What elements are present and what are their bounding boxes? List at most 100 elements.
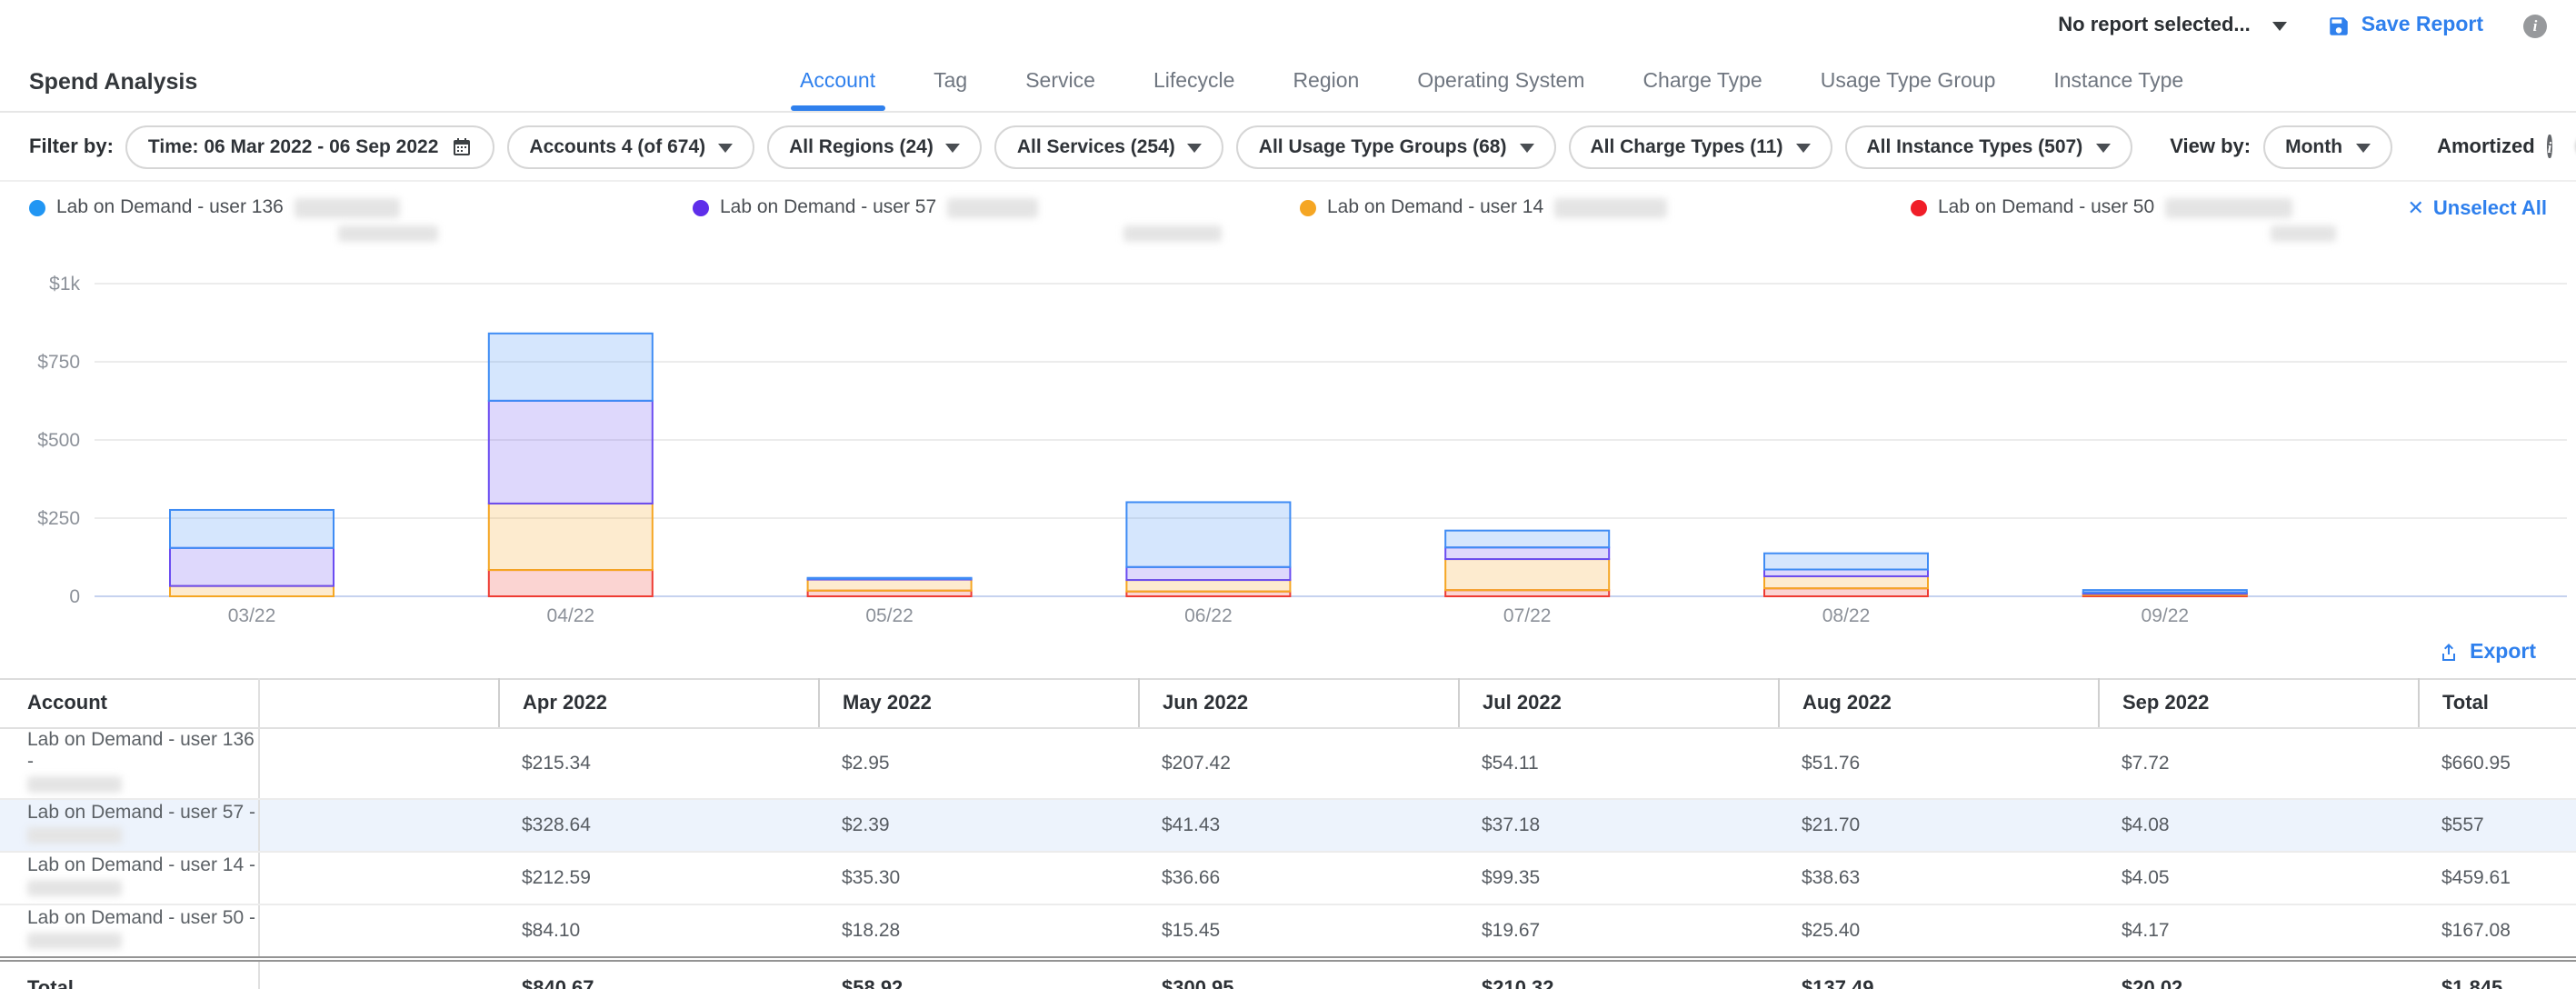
bar-segment-lab-on-demand-user-136-04-22[interactable] xyxy=(489,334,653,401)
account-name: Lab on Demand - user 57 - xyxy=(27,802,257,824)
total-value-cell: $20.02 xyxy=(2098,959,2418,989)
filter-pill-services[interactable]: All Services (254) xyxy=(995,125,1224,168)
filter-pill-label: All Usage Type Groups (68) xyxy=(1259,135,1507,157)
bar-segment-lab-on-demand-user-57-08-22[interactable] xyxy=(1764,570,1928,576)
spacer-cell xyxy=(258,959,498,989)
info-icon-amortized[interactable]: i xyxy=(2548,135,2552,158)
tab-service[interactable]: Service xyxy=(1025,51,1095,111)
filter-pill-usage-type-groups[interactable]: All Usage Type Groups (68) xyxy=(1237,125,1556,168)
column-header-jun-2022: Jun 2022 xyxy=(1138,679,1458,728)
chevron-down-icon xyxy=(1519,144,1533,153)
report-selector[interactable]: No report selected... xyxy=(2058,15,2287,36)
bar-segment-lab-on-demand-user-50-07-22[interactable] xyxy=(1445,590,1609,596)
calendar-icon xyxy=(451,135,473,157)
account-cell: Lab on Demand - user 136 - xyxy=(0,728,258,799)
redacted-text xyxy=(1123,225,1222,242)
bar-segment-lab-on-demand-user-136-08-22[interactable] xyxy=(1764,554,1928,570)
bar-segment-lab-on-demand-user-14-08-22[interactable] xyxy=(1764,576,1928,588)
page-title: Spend Analysis xyxy=(29,68,197,94)
bar-segment-lab-on-demand-user-14-05-22[interactable] xyxy=(808,580,972,591)
report-selector-label: No report selected... xyxy=(2058,15,2251,36)
column-header-total: Total xyxy=(2418,679,2576,728)
x-axis-tick-label: 09/22 xyxy=(2142,605,2190,626)
tab-region[interactable]: Region xyxy=(1293,51,1359,111)
bar-segment-lab-on-demand-user-136-03-22[interactable] xyxy=(170,510,334,548)
redacted-text xyxy=(2165,197,2292,217)
amortized-label: Amortized xyxy=(2437,135,2535,157)
legend-item-lab-on-demand-user-50[interactable]: Lab on Demand - user 50 xyxy=(1911,196,2292,218)
value-cell: $328.64 xyxy=(498,799,818,852)
bar-segment-lab-on-demand-user-136-07-22[interactable] xyxy=(1445,531,1609,548)
save-icon xyxy=(2327,14,2351,37)
redacted-text xyxy=(27,880,122,896)
filter-pill-label: Accounts 4 (of 674) xyxy=(529,135,705,157)
account-name: Lab on Demand - user 136 - xyxy=(27,729,257,773)
bar-segment-lab-on-demand-user-57-07-22[interactable] xyxy=(1445,547,1609,559)
tab-lifecycle[interactable]: Lifecycle xyxy=(1153,51,1235,111)
unselect-all-button[interactable]: ✕ Unselect All xyxy=(2407,196,2547,220)
bar-segment-lab-on-demand-user-50-04-22[interactable] xyxy=(489,570,653,596)
bar-segment-lab-on-demand-user-136-09-22[interactable] xyxy=(2083,590,2247,593)
value-cell: $21.70 xyxy=(1778,799,2098,852)
tab-charge-type[interactable]: Charge Type xyxy=(1642,51,1762,111)
value-cell: $7.72 xyxy=(2098,728,2418,799)
close-icon: ✕ xyxy=(2407,196,2423,220)
x-axis-tick-label: 04/22 xyxy=(547,605,595,626)
save-report-button[interactable]: Save Report xyxy=(2327,14,2483,37)
row-total-cell: $660.95 xyxy=(2418,728,2576,799)
redacted-text xyxy=(27,776,122,793)
legend-dot xyxy=(1911,199,1927,215)
account-cell: Lab on Demand - user 57 - xyxy=(0,799,258,852)
chevron-down-icon xyxy=(718,144,733,153)
bar-segment-lab-on-demand-user-50-08-22[interactable] xyxy=(1764,588,1928,596)
tab-tag[interactable]: Tag xyxy=(934,51,967,111)
column-header-aug-2022: Aug 2022 xyxy=(1778,679,2098,728)
bar-segment-lab-on-demand-user-14-07-22[interactable] xyxy=(1445,559,1609,590)
value-cell: $84.10 xyxy=(498,904,818,959)
export-button[interactable]: Export xyxy=(2437,642,2536,664)
value-cell: $54.11 xyxy=(1458,728,1778,799)
bar-segment-lab-on-demand-user-57-04-22[interactable] xyxy=(489,401,653,504)
value-cell: $38.63 xyxy=(1778,852,2098,904)
filter-pill-instance-types[interactable]: All Instance Types (507) xyxy=(1845,125,2132,168)
bar-segment-lab-on-demand-user-14-04-22[interactable] xyxy=(489,504,653,570)
filter-pill-time[interactable]: Time: 06 Mar 2022 - 06 Sep 2022 xyxy=(126,125,495,168)
filter-pill-accounts[interactable]: Accounts 4 (of 674) xyxy=(507,125,754,168)
table-row-lab-on-demand-user-50: Lab on Demand - user 50 -$84.10$18.28$15… xyxy=(0,904,2576,959)
legend-label: Lab on Demand - user 57 xyxy=(720,196,936,218)
tab-bar: Account Tag Service Lifecycle Region Operatin… xyxy=(800,51,2183,111)
account-cell: Lab on Demand - user 50 - xyxy=(0,904,258,959)
value-cell: $99.35 xyxy=(1458,852,1778,904)
legend-item-lab-on-demand-user-14[interactable]: Lab on Demand - user 14 xyxy=(1300,196,1911,218)
info-icon[interactable]: i xyxy=(2523,14,2547,37)
bar-segment-lab-on-demand-user-14-06-22[interactable] xyxy=(1126,580,1290,592)
bar-segment-lab-on-demand-user-14-03-22[interactable] xyxy=(170,586,334,596)
legend-item-lab-on-demand-user-136[interactable]: Lab on Demand - user 136 xyxy=(29,196,693,218)
tab-instance-type[interactable]: Instance Type xyxy=(2053,51,2183,111)
spacer-cell xyxy=(258,904,498,959)
value-cell: $51.76 xyxy=(1778,728,2098,799)
filter-pill-charge-types[interactable]: All Charge Types (11) xyxy=(1568,125,1832,168)
account-cell: Lab on Demand - user 14 - xyxy=(0,852,258,904)
filter-pill-regions[interactable]: All Regions (24) xyxy=(767,125,983,168)
y-axis-tick-label: $500 xyxy=(37,430,80,451)
tab-operating-system[interactable]: Operating System xyxy=(1417,51,1584,111)
bar-segment-lab-on-demand-user-57-03-22[interactable] xyxy=(170,548,334,586)
bar-segment-lab-on-demand-user-136-05-22[interactable] xyxy=(808,578,972,579)
value-cell: $41.43 xyxy=(1138,799,1458,852)
save-report-label: Save Report xyxy=(2361,15,2483,36)
value-cell: $4.05 xyxy=(2098,852,2418,904)
redacted-text xyxy=(1554,197,1667,217)
bar-segment-lab-on-demand-user-136-06-22[interactable] xyxy=(1126,502,1290,566)
tab-account[interactable]: Account xyxy=(800,51,875,111)
value-cell: $212.59 xyxy=(498,852,818,904)
tab-usage-type-group[interactable]: Usage Type Group xyxy=(1821,51,1996,111)
spacer-cell xyxy=(258,852,498,904)
x-axis-tick-label: 06/22 xyxy=(1184,605,1233,626)
y-axis-tick-label: $1k xyxy=(49,274,80,295)
bar-segment-lab-on-demand-user-57-06-22[interactable] xyxy=(1126,567,1290,580)
view-by-dropdown[interactable]: Month xyxy=(2263,125,2391,168)
legend-item-lab-on-demand-user-57[interactable]: Lab on Demand - user 57 xyxy=(693,196,1300,218)
total-label-cell: Total xyxy=(0,959,258,989)
spend-chart[interactable]: $1k$750$500$250003/2204/2205/2206/2207/2… xyxy=(0,258,2576,631)
